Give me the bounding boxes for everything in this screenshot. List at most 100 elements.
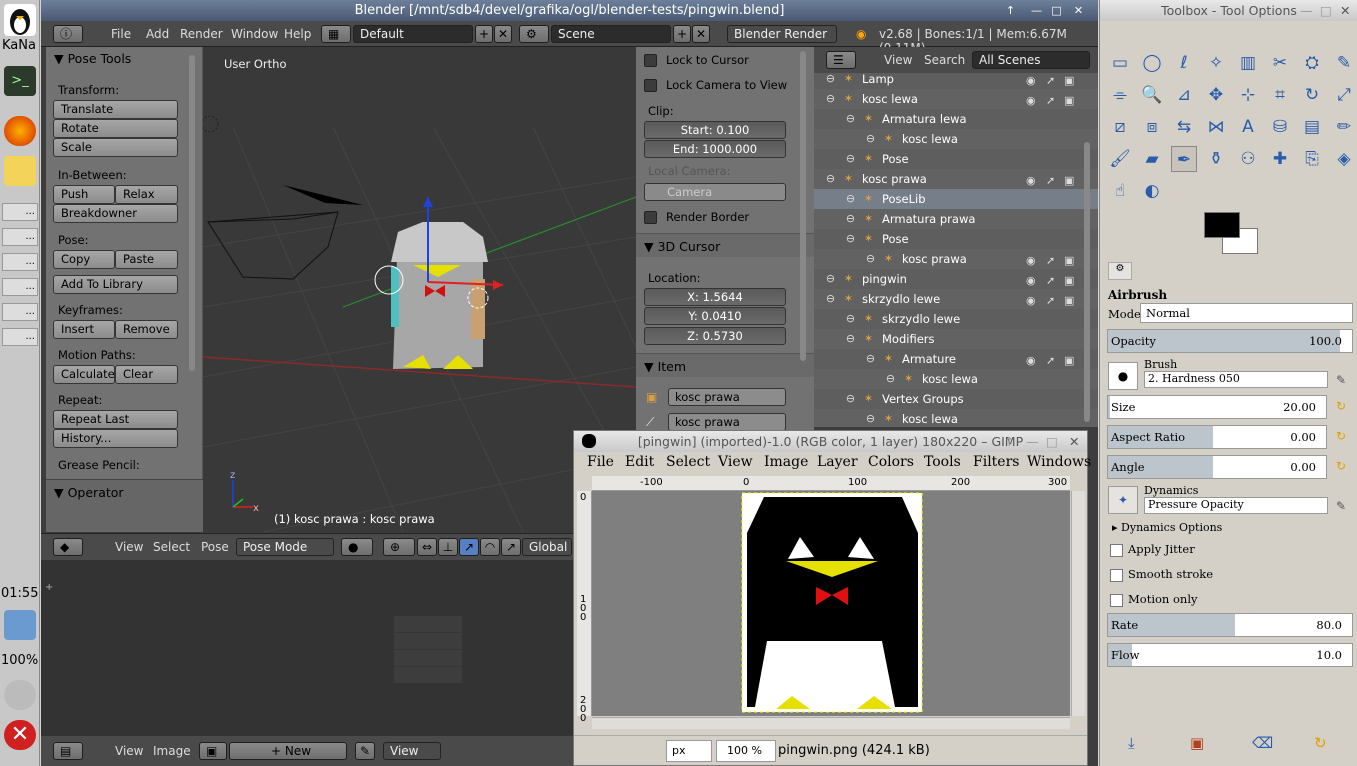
camera-field[interactable]: Camera [644, 183, 786, 201]
gimp-minimize-icon[interactable]: — [1026, 431, 1039, 452]
task-blender[interactable]: ... [2, 203, 38, 221]
perspective-clone-icon[interactable]: ⎘ [1299, 146, 1325, 172]
expand-icon[interactable]: ⊖ [864, 132, 877, 145]
menu-window[interactable]: Window [231, 27, 278, 41]
visibility-icon[interactable]: ◉ [1026, 171, 1036, 191]
delete-layout-icon[interactable]: ✕ [494, 25, 512, 43]
npanel-scrollbar[interactable] [800, 51, 806, 361]
cursor-y-field[interactable]: Y: 0.0410 [644, 307, 786, 325]
reset-options-icon[interactable]: ↻ [1314, 734, 1327, 752]
menu-add[interactable]: Add [146, 27, 169, 41]
blend-icon[interactable]: ▤ [1299, 114, 1325, 140]
item-panel-header[interactable]: ▼ Item [636, 353, 814, 377]
gimp-menu-tools[interactable]: Tools [924, 454, 961, 470]
pose-menu[interactable]: Pose [201, 540, 229, 554]
expand-icon[interactable]: ⊖ [844, 392, 857, 405]
terminal-icon[interactable]: >_ [4, 66, 36, 96]
outliner-row[interactable]: ⊖ ✶ Modifiers [814, 329, 1098, 349]
outliner-row[interactable]: ⊖ ✶ Pose [814, 229, 1098, 249]
opacity-slider[interactable]: Opacity 100.0 [1107, 329, 1353, 353]
ink-icon[interactable]: ⚱ [1203, 146, 1229, 172]
task-gimp[interactable]: ... [2, 253, 38, 271]
breakdowner-button[interactable]: Breakdowner [53, 204, 178, 223]
gimp-up-icon[interactable]: ↑ [1004, 431, 1014, 452]
history-button[interactable]: History... [53, 429, 178, 448]
expand-icon[interactable]: ⊖ [824, 172, 837, 185]
render-icon[interactable]: ▣ [1064, 251, 1074, 271]
expand-icon[interactable]: ⊖ [824, 72, 837, 85]
gimp-maximize-icon[interactable]: □ [1046, 431, 1058, 452]
tux-logo[interactable] [4, 4, 36, 36]
bucket-fill-icon[interactable]: ⛁ [1267, 114, 1293, 140]
clear-button[interactable]: Clear [115, 365, 178, 384]
expand-icon[interactable]: ⊖ [824, 92, 837, 105]
select-menu[interactable]: Select [153, 540, 190, 554]
outliner-row[interactable]: ⊖ ✶ skrzydlo lewe ◉ ➚ ▣ [814, 289, 1098, 309]
render-engine-select[interactable]: Blender Render [727, 25, 837, 43]
aspect-ratio-slider[interactable]: Aspect Ratio 0.00 [1107, 425, 1327, 449]
img-image-menu[interactable]: Image [153, 744, 191, 758]
measure-icon[interactable]: ⊿ [1171, 82, 1197, 108]
smudge-icon[interactable]: ☝ [1107, 178, 1133, 204]
task-window[interactable]: ... [2, 328, 38, 346]
horizontal-scrollbar[interactable] [592, 717, 1070, 729]
visibility-icon[interactable]: ◉ [1026, 251, 1036, 271]
menu-file[interactable]: File [111, 27, 131, 41]
scale-icon[interactable]: ⤢ [1331, 82, 1357, 108]
gimp-menu-view[interactable]: View [718, 454, 753, 470]
layout-field[interactable]: Default [353, 25, 473, 43]
outliner-row[interactable]: ⊖ ✶ Armatura lewa [814, 109, 1098, 129]
mode-select[interactable]: Normal [1140, 303, 1353, 323]
expand-icon[interactable]: ⊖ [864, 352, 877, 365]
plus-icon[interactable]: + [45, 582, 53, 593]
apply-jitter-checkbox[interactable] [1110, 544, 1123, 557]
scale-button[interactable]: Scale [53, 138, 178, 157]
maximize-icon[interactable]: □ [1049, 3, 1064, 18]
gimp-menu-layer[interactable]: Layer [817, 454, 858, 470]
heal-icon[interactable]: ✚ [1267, 146, 1293, 172]
gimp-menu-colors[interactable]: Colors [868, 454, 914, 470]
zoom-icon[interactable]: 🔍 [1139, 82, 1165, 108]
visibility-icon[interactable]: ◉ [1026, 291, 1036, 311]
expand-icon[interactable]: ⊖ [864, 252, 877, 265]
expand-icon[interactable]: ⊖ [844, 112, 857, 125]
dynamics-field[interactable]: Pressure Opacity [1144, 497, 1328, 514]
selectable-icon[interactable]: ➚ [1046, 71, 1055, 91]
outliner-row[interactable]: ⊖ ✶ Lamp ◉ ➚ ▣ [814, 69, 1098, 89]
orientation-select[interactable]: Global [522, 538, 572, 556]
ellipse-select-icon[interactable]: ◯ [1139, 50, 1165, 76]
outliner-row[interactable]: ⊖ ✶ kosc lewa [814, 369, 1098, 389]
gimp-menu-filters[interactable]: Filters [973, 454, 1019, 470]
expand-icon[interactable]: ⊖ [884, 372, 897, 385]
expand-icon[interactable]: ⊖ [844, 232, 857, 245]
editor-type-icon[interactable]: ◆ [53, 538, 83, 556]
toolbox-maximize-icon[interactable]: □ [1320, 0, 1332, 21]
unit-select[interactable]: px [666, 740, 712, 762]
color-select-icon[interactable]: ▥ [1235, 50, 1261, 76]
close-window-icon[interactable]: ✕ [1071, 3, 1086, 18]
zoom-select[interactable]: 100 % [716, 740, 776, 762]
reset-size-icon[interactable]: ↻ [1336, 399, 1346, 413]
brush-preview[interactable]: ● [1108, 362, 1138, 390]
shading-icon[interactable]: ● [341, 538, 373, 556]
paste-button[interactable]: Paste [115, 250, 178, 269]
item-object-field[interactable]: kosc prawa [668, 388, 786, 406]
visibility-icon[interactable]: ◉ [1026, 71, 1036, 91]
folder-icon[interactable] [4, 156, 36, 186]
expand-icon[interactable]: ⊖ [824, 292, 837, 305]
angle-slider[interactable]: Angle 0.00 [1107, 455, 1327, 479]
selectable-icon[interactable]: ➚ [1046, 291, 1055, 311]
outliner-row[interactable]: ⊖ ✶ pingwin ◉ ➚ ▣ [814, 269, 1098, 289]
add-scene-icon[interactable]: + [673, 25, 691, 43]
push-button[interactable]: Push [53, 185, 115, 204]
selectable-icon[interactable]: ➚ [1046, 251, 1055, 271]
expand-icon[interactable]: ⊖ [844, 312, 857, 325]
outliner-row[interactable]: ⊖ ✶ Armature ◉ ➚ ▣ [814, 349, 1098, 369]
view-menu[interactable]: View [115, 540, 143, 554]
gimp-canvas[interactable] [592, 491, 1070, 716]
task-terminal-1[interactable]: ... [2, 278, 38, 296]
render-icon[interactable]: ▣ [1064, 71, 1074, 91]
remove-button[interactable]: Remove [115, 320, 178, 339]
render-border-checkbox[interactable] [644, 211, 657, 224]
reset-aspect-icon[interactable]: ↻ [1336, 429, 1346, 443]
